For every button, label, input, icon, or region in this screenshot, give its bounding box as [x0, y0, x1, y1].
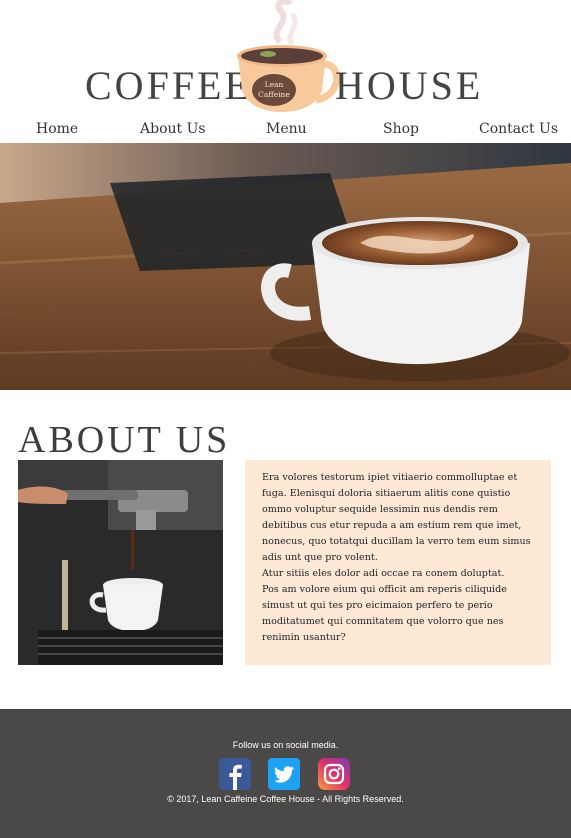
about-body: Era volores testorum ipiet vitiaerio com…	[262, 470, 537, 646]
espresso-machine-illustration	[18, 460, 223, 665]
site-footer: Follow us on social media. © 2017, Lean …	[0, 709, 571, 838]
latte-cup-illustration	[0, 143, 571, 390]
nav-shop[interactable]: Shop	[383, 121, 419, 137]
logo-badge-line2: Caffeine	[258, 90, 290, 99]
brand-word-house: HOUSE	[335, 63, 484, 108]
main-nav: Home About Us Menu Shop Contact Us	[0, 119, 571, 143]
about-paragraph-3: Pos am volore eium qui officit am reperi…	[262, 584, 507, 643]
copyright-text: © 2017, Lean Caffeine Coffee House - All…	[167, 794, 404, 804]
facebook-icon[interactable]	[219, 758, 251, 790]
about-title: ABOUT US	[18, 419, 231, 461]
hero-image	[0, 143, 571, 390]
nav-menu[interactable]: Menu	[266, 121, 307, 137]
about-paragraph-2: Atur sitiis eles dolor adi occae ra cone…	[262, 568, 505, 579]
logo-badge-line1: Lean	[265, 80, 284, 89]
site-header: COFFEE Lean Caffeine HOUSE	[0, 0, 571, 118]
about-text-box: Era volores testorum ipiet vitiaerio com…	[245, 460, 551, 665]
twitter-icon[interactable]	[268, 758, 300, 790]
follow-text: Follow us on social media.	[232, 740, 339, 750]
nav-about-us[interactable]: About Us	[140, 121, 206, 137]
espresso-photo	[18, 460, 223, 665]
nav-contact-us[interactable]: Contact Us	[479, 121, 558, 137]
brand-word-coffee: COFFEE	[85, 63, 252, 108]
coffee-cup-logo[interactable]: Lean Caffeine	[230, 0, 340, 118]
nav-home[interactable]: Home	[36, 121, 78, 137]
instagram-icon[interactable]	[318, 758, 350, 790]
about-paragraph-1: Era volores testorum ipiet vitiaerio com…	[262, 472, 531, 563]
